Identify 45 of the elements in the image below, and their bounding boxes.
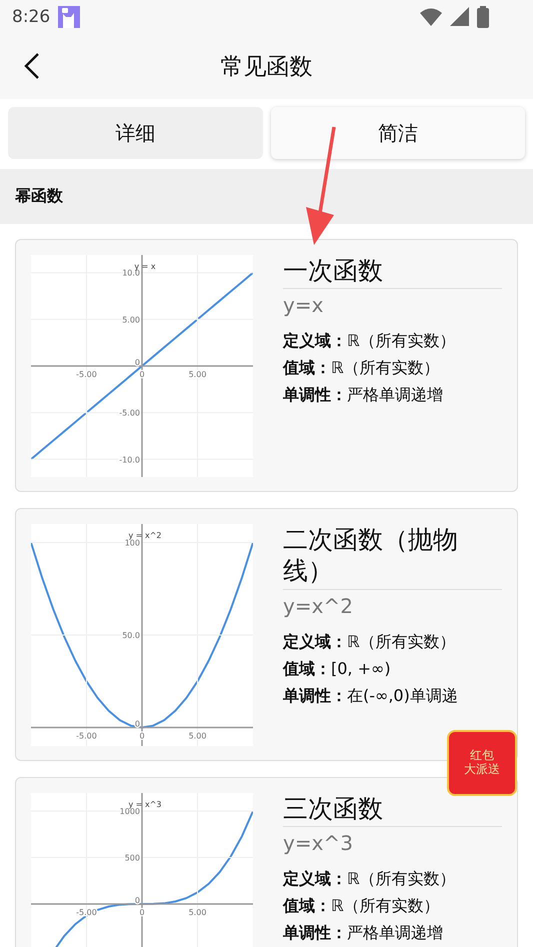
formula-text: y=x	[283, 293, 324, 318]
tab[interactable]: 详细	[8, 107, 262, 159]
tick-label: 100	[124, 538, 140, 548]
formula-text: y=x^2	[283, 594, 354, 618]
section-header: 幂函数	[0, 169, 533, 224]
tick-label: 500	[124, 854, 140, 863]
property-text: 单调性：严格单调递增	[283, 385, 444, 406]
property-text: 单调性：在(-∞,0)单调递	[283, 686, 459, 706]
tick-label: 0	[134, 358, 140, 367]
formula-text: y=x^3	[283, 831, 354, 856]
wifi-icon	[420, 8, 442, 26]
battery-icon	[477, 6, 489, 28]
signal-icon	[450, 7, 469, 26]
property-text: 单调性：严格单调递增	[283, 923, 444, 944]
page-title: 常见函数	[220, 52, 312, 82]
tick-label: -5.00	[76, 370, 97, 379]
tick-label: 5.00	[188, 908, 206, 917]
property-text: 值域：ℝ（所有实数）	[283, 358, 441, 380]
tick-label: 10.0	[122, 268, 140, 278]
property-text: 值域：ℝ（所有实数）	[283, 896, 441, 918]
property-text: 定义域：ℝ（所有实数）	[283, 632, 457, 652]
function-name: 一次函数	[283, 255, 502, 290]
tick-label: 5.00	[188, 370, 206, 379]
ad-text: 红包	[470, 749, 494, 763]
tick-label: 0	[134, 896, 140, 905]
tick-label: -5.00	[119, 408, 140, 418]
back-icon[interactable]	[24, 52, 40, 80]
series-label: y = x^2	[128, 531, 162, 540]
tick-label: -5.00	[76, 732, 97, 740]
tick-label: 50.0	[122, 631, 140, 640]
property-text: 值域：[0, +∞)	[283, 658, 392, 680]
status-time: 8:26	[12, 6, 50, 26]
series-label: y = x	[134, 262, 156, 271]
series-label: y = x^3	[128, 800, 162, 809]
tick-label: 1000	[120, 807, 140, 816]
property-text: 定义域：ℝ（所有实数）	[283, 331, 457, 352]
cat-app-icon	[58, 6, 80, 28]
ad-text: 大派送	[464, 763, 500, 777]
tick-label: 5.00	[122, 315, 140, 324]
tick-label: -10.0	[119, 455, 140, 464]
promo-badge[interactable]: 红包 大派送	[447, 730, 517, 796]
property-text: 定义域：ℝ（所有实数）	[283, 869, 457, 890]
tick-label: 5.00	[188, 732, 206, 740]
function-name: 二次函数（抛物线）	[283, 524, 502, 590]
tab[interactable]: 简洁	[270, 107, 525, 159]
